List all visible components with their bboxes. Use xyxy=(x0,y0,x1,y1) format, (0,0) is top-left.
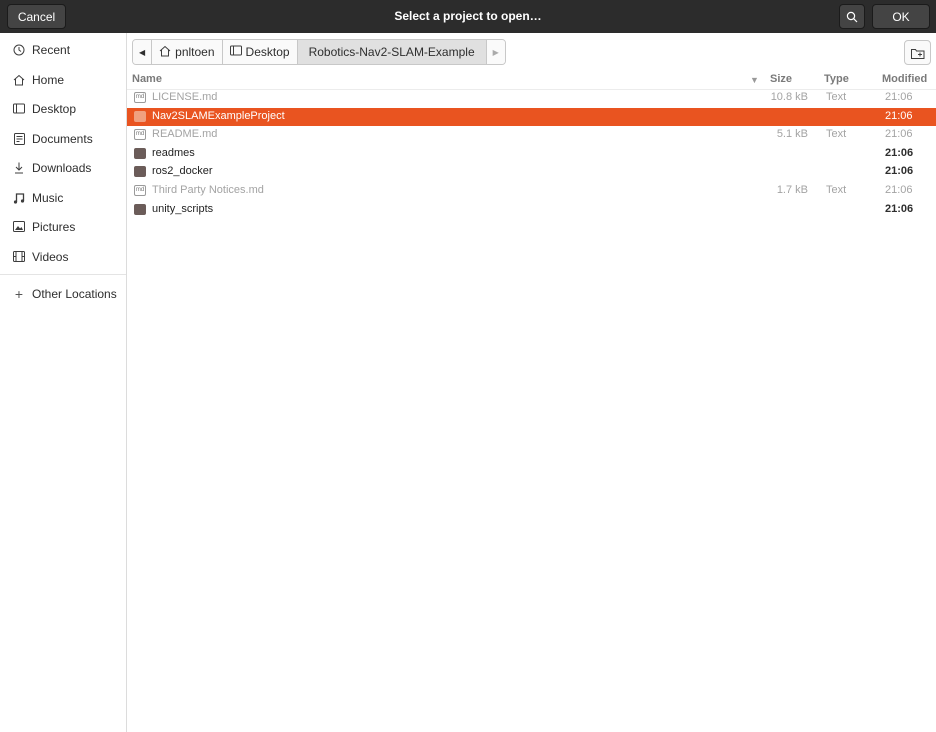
sidebar-item-label: Documents xyxy=(32,131,93,146)
desktop-icon xyxy=(12,103,26,114)
path-crumb-home[interactable]: pnltoen xyxy=(152,40,223,64)
file-row[interactable]: readmes 21:06 xyxy=(127,145,936,163)
column-header-modified[interactable]: Modified xyxy=(882,73,927,85)
file-type: Text xyxy=(826,128,847,140)
sidebar-item-recent[interactable]: Recent xyxy=(0,35,126,64)
sidebar-item-desktop[interactable]: Desktop xyxy=(0,94,126,123)
chevron-right-icon: ▶ xyxy=(492,47,499,57)
sidebar-item-label: Recent xyxy=(32,42,71,57)
home-icon xyxy=(12,74,26,86)
path-back-button[interactable]: ◀ xyxy=(133,40,153,64)
file-name: readmes xyxy=(152,147,195,159)
file-name: Nav2SLAMExampleProject xyxy=(152,110,285,122)
video-icon xyxy=(12,251,26,262)
file-size: 5.1 kB xyxy=(776,128,808,140)
folder-icon xyxy=(134,204,146,215)
chevron-left-icon: ◀ xyxy=(139,47,146,57)
file-modified: 21:06 xyxy=(885,128,913,140)
file-modified: 21:06 xyxy=(885,110,913,122)
file-name: README.md xyxy=(152,128,218,140)
file-row[interactable]: ros2_docker 21:06 xyxy=(127,163,936,181)
music-icon xyxy=(12,192,26,204)
file-row[interactable]: md Third Party Notices.md 1.7 kB Text 21… xyxy=(127,182,936,200)
sort-down-icon: ▼ xyxy=(750,75,759,85)
path-bar: ◀ pnltoen Desktop Robotics-Nav2-SLAM-Exa… xyxy=(132,39,506,65)
path-crumb-desktop[interactable]: Desktop xyxy=(222,40,298,64)
sidebar-item-music[interactable]: Music xyxy=(0,183,126,212)
sidebar-item-documents[interactable]: Documents xyxy=(0,124,126,153)
file-modified: 21:06 xyxy=(885,184,913,196)
sidebar-item-label: Downloads xyxy=(32,160,92,175)
sidebar-item-label: Home xyxy=(32,72,65,87)
search-button[interactable] xyxy=(839,4,865,29)
sidebar-divider xyxy=(0,274,126,275)
file-row[interactable]: md README.md 5.1 kB Text 21:06 xyxy=(127,126,936,144)
sidebar-item-home[interactable]: Home xyxy=(0,65,126,94)
file-size: 1.7 kB xyxy=(776,184,808,196)
file-type: Text xyxy=(826,184,847,196)
sidebar-item-label: Other Locations xyxy=(32,286,117,301)
path-crumb-label: Robotics-Nav2-SLAM-Example xyxy=(308,45,475,59)
path-crumb-label: pnltoen xyxy=(175,45,215,59)
download-icon xyxy=(12,162,26,174)
sidebar-item-label: Music xyxy=(32,190,64,205)
file-name: ros2_docker xyxy=(152,165,213,177)
text-file-icon: md xyxy=(134,129,146,140)
cancel-button[interactable]: Cancel xyxy=(7,4,66,29)
folder-icon xyxy=(134,166,146,177)
sidebar-item-label: Videos xyxy=(32,249,69,264)
file-size: 10.8 kB xyxy=(770,91,808,103)
file-row[interactable]: md LICENSE.md 10.8 kB Text 21:06 xyxy=(127,89,936,107)
file-modified: 21:06 xyxy=(885,147,914,159)
sidebar-item-label: Pictures xyxy=(32,219,76,234)
folder-icon xyxy=(134,111,146,122)
column-header-type[interactable]: Type xyxy=(824,73,849,85)
column-header-size[interactable]: Size xyxy=(770,73,792,85)
clock-icon xyxy=(12,44,26,56)
sidebar-item-videos[interactable]: Videos xyxy=(0,242,126,271)
file-modified: 21:06 xyxy=(885,165,914,177)
text-file-icon: md xyxy=(134,92,146,103)
new-folder-icon xyxy=(910,48,924,59)
sidebar-item-downloads[interactable]: Downloads xyxy=(0,153,126,182)
desktop-icon xyxy=(229,45,242,59)
dialog-title: Select a project to open… xyxy=(394,9,542,23)
folder-icon xyxy=(134,148,146,159)
path-crumb-label: Desktop xyxy=(245,45,290,59)
new-folder-button[interactable] xyxy=(904,40,931,65)
file-row[interactable]: unity_scripts 21:06 xyxy=(127,201,936,219)
plus-icon: + xyxy=(14,285,24,302)
file-modified: 21:06 xyxy=(885,91,913,103)
picture-icon xyxy=(12,221,26,232)
search-icon xyxy=(846,11,858,22)
sidebar-item-other-locations[interactable]: + Other Locations xyxy=(0,279,126,308)
text-file-icon: md xyxy=(134,185,146,196)
dialog-header-bar: Cancel Select a project to open… OK xyxy=(0,0,936,33)
sidebar-item-pictures[interactable]: Pictures xyxy=(0,212,126,241)
file-type: Text xyxy=(826,91,847,103)
file-modified: 21:06 xyxy=(885,203,914,215)
column-header-name[interactable]: Name xyxy=(132,73,162,85)
file-name: Third Party Notices.md xyxy=(152,184,264,196)
file-name: unity_scripts xyxy=(152,203,214,215)
ok-button[interactable]: OK xyxy=(872,4,930,29)
path-forward-button[interactable]: ▶ xyxy=(486,40,505,64)
home-icon xyxy=(159,45,171,60)
sidebar-item-label: Desktop xyxy=(32,101,77,116)
path-crumb-current[interactable]: Robotics-Nav2-SLAM-Example xyxy=(297,40,487,64)
file-row-selected[interactable]: Nav2SLAMExampleProject 21:06 xyxy=(127,108,936,126)
document-icon xyxy=(12,132,26,145)
places-sidebar: Recent Home Desktop Documents Downloads … xyxy=(0,33,127,732)
file-name: LICENSE.md xyxy=(152,91,218,103)
